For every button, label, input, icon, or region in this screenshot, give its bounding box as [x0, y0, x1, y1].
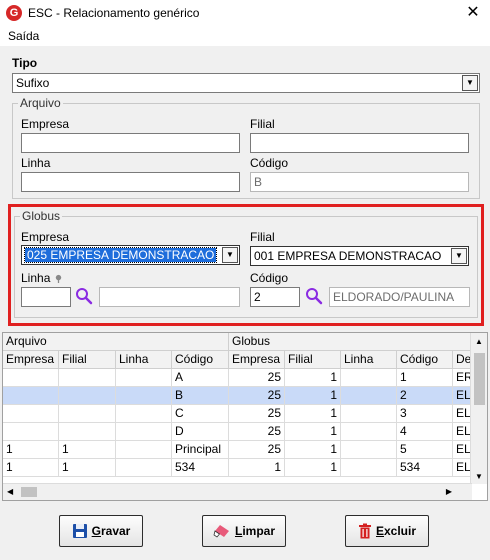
eraser-icon	[213, 525, 229, 538]
table-cell[interactable]	[3, 387, 59, 405]
arquivo-empresa-input[interactable]	[21, 133, 240, 153]
table-cell[interactable]: D	[172, 423, 229, 441]
table-cell[interactable]: 1	[397, 369, 453, 387]
table-cell[interactable]	[59, 387, 116, 405]
horizontal-scroll-thumb[interactable]	[21, 487, 37, 497]
scroll-right-icon[interactable]: ▶	[446, 487, 452, 496]
table-cell[interactable]	[341, 387, 397, 405]
tipo-label: Tipo	[12, 56, 38, 70]
vertical-scrollbar[interactable]: ▲ ▼	[470, 333, 487, 484]
menu-item-saida[interactable]: Saída	[8, 29, 39, 43]
scroll-down-icon[interactable]: ▼	[475, 472, 483, 481]
limpar-button[interactable]: Limpar	[202, 515, 286, 547]
table-cell[interactable]	[59, 423, 116, 441]
table-cell[interactable]	[116, 387, 172, 405]
table-cell[interactable]: 25	[229, 423, 285, 441]
table-cell[interactable]: 1	[285, 459, 341, 477]
tipo-select-value: Sufixo	[16, 76, 50, 90]
arquivo-group-title: Arquivo	[18, 96, 63, 110]
table-cell[interactable]	[116, 405, 172, 423]
table-cell[interactable]: 5	[397, 441, 453, 459]
gravar-button[interactable]: Gravar	[59, 515, 143, 547]
table-cell[interactable]	[116, 369, 172, 387]
grid-column-header[interactable]: Filial	[59, 351, 116, 369]
table-cell[interactable]: 25	[229, 369, 285, 387]
table-cell[interactable]: 1	[285, 441, 341, 459]
menu-bar: Saída	[0, 26, 490, 46]
scroll-up-icon[interactable]: ▲	[475, 337, 483, 346]
table-cell[interactable]	[3, 369, 59, 387]
horizontal-scrollbar[interactable]: ◀ ▶	[3, 483, 472, 500]
table-cell[interactable]: 25	[229, 441, 285, 459]
table-cell[interactable]: 25	[229, 405, 285, 423]
highlight-frame	[8, 204, 484, 326]
table-cell[interactable]: 1	[285, 405, 341, 423]
table-cell[interactable]: A	[172, 369, 229, 387]
arquivo-empresa-label: Empresa	[21, 117, 70, 131]
scroll-left-icon[interactable]: ◀	[7, 487, 13, 496]
table-cell[interactable]	[3, 405, 59, 423]
table-cell[interactable]	[59, 369, 116, 387]
vertical-scroll-thumb[interactable]	[474, 353, 485, 405]
close-button[interactable]: ✕	[456, 0, 490, 26]
excluir-label: Excluir	[375, 524, 417, 538]
table-cell[interactable]: B	[172, 387, 229, 405]
grid-group-header-arquivo: Arquivo	[3, 333, 229, 351]
arquivo-codigo-label: Código	[250, 156, 289, 170]
table-cell[interactable]: 1	[3, 459, 59, 477]
grid-column-header[interactable]: Empresa	[229, 351, 285, 369]
grid-column-header[interactable]: Linha	[341, 351, 397, 369]
table-cell[interactable]: 1	[285, 423, 341, 441]
table-cell[interactable]: 1	[59, 441, 116, 459]
table-cell[interactable]	[341, 441, 397, 459]
arquivo-linha-input[interactable]	[21, 172, 240, 192]
table-cell[interactable]	[116, 441, 172, 459]
app-logo-icon: G	[6, 5, 22, 21]
title-bar: G ESC - Relacionamento genérico ✕	[0, 0, 490, 26]
table-cell[interactable]	[3, 423, 59, 441]
arquivo-filial-input[interactable]	[250, 133, 469, 153]
table-cell[interactable]	[59, 405, 116, 423]
table-cell[interactable]	[341, 459, 397, 477]
grid-column-header[interactable]: Filial	[285, 351, 341, 369]
table-cell[interactable]: 1	[285, 369, 341, 387]
table-cell[interactable]	[116, 459, 172, 477]
table-cell[interactable]: 534	[397, 459, 453, 477]
arquivo-filial-label: Filial	[250, 117, 275, 131]
arquivo-linha-label: Linha	[21, 156, 51, 170]
grid-column-header[interactable]: Código	[172, 351, 229, 369]
trash-icon	[358, 523, 371, 539]
grid-column-header[interactable]: Linha	[116, 351, 172, 369]
grid-group-header-globus: Globus	[229, 333, 472, 351]
table-cell[interactable]: C	[172, 405, 229, 423]
relationship-grid[interactable]: Arquivo Globus Empresa Filial Linha Código E…	[2, 332, 488, 501]
grid-column-header[interactable]: Empresa	[3, 351, 59, 369]
window-title: ESC - Relacionamento genérico	[28, 6, 200, 20]
table-cell[interactable]: 1	[285, 387, 341, 405]
limpar-label: Limpar	[234, 524, 276, 538]
table-cell[interactable]: 2	[397, 387, 453, 405]
gravar-label: Gravar	[91, 524, 131, 538]
table-cell[interactable]	[116, 423, 172, 441]
table-cell[interactable]: 1	[3, 441, 59, 459]
table-cell[interactable]	[341, 423, 397, 441]
arquivo-codigo-input[interactable]: B	[250, 172, 469, 192]
table-cell[interactable]	[341, 405, 397, 423]
table-cell[interactable]: 25	[229, 387, 285, 405]
table-cell[interactable]	[341, 369, 397, 387]
excluir-button[interactable]: Excluir	[345, 515, 429, 547]
table-cell[interactable]: 534	[172, 459, 229, 477]
table-cell[interactable]: Principal	[172, 441, 229, 459]
table-cell[interactable]: 4	[397, 423, 453, 441]
table-cell[interactable]: 1	[229, 459, 285, 477]
tipo-select[interactable]: Sufixo ▼	[12, 73, 480, 93]
table-cell[interactable]: 1	[59, 459, 116, 477]
floppy-disk-icon	[72, 524, 87, 538]
table-cell[interactable]: 3	[397, 405, 453, 423]
grid-column-header[interactable]: Código	[397, 351, 453, 369]
chevron-down-icon[interactable]: ▼	[462, 75, 478, 91]
